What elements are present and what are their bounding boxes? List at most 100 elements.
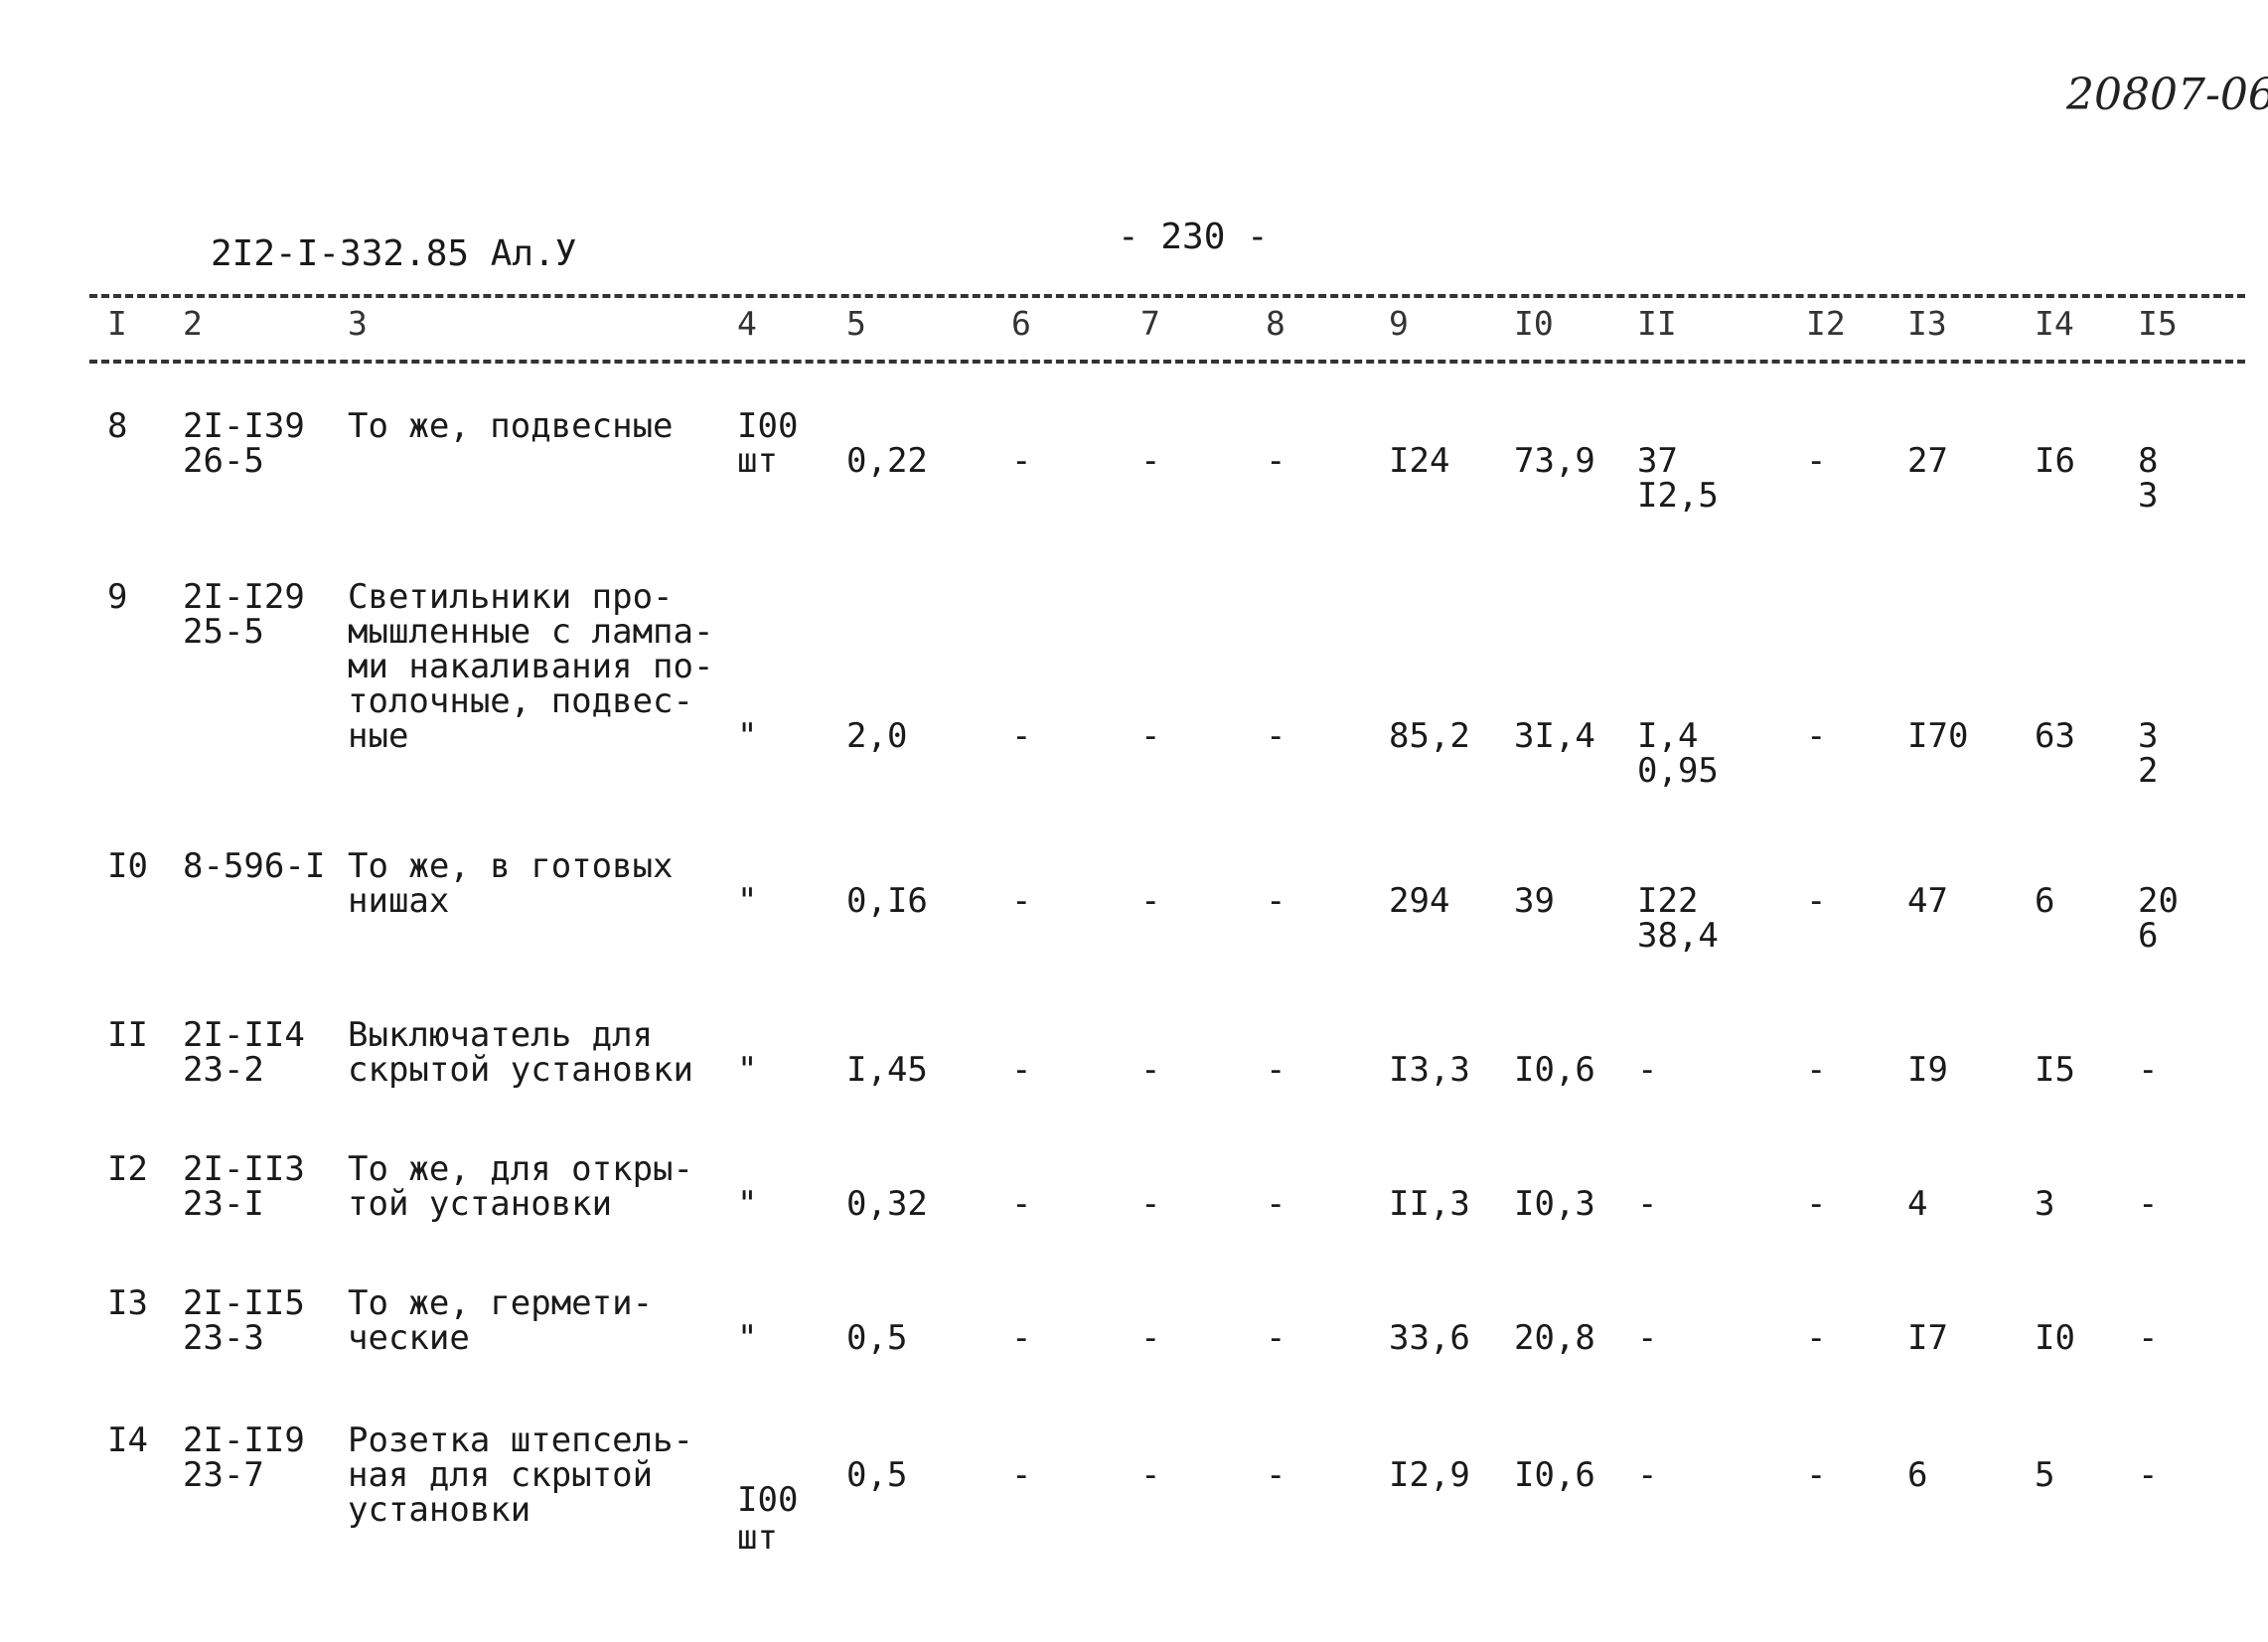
value-c6: - [1011, 716, 1032, 756]
value-c5: I,45 [846, 1050, 928, 1090]
column-header: I5 [2138, 304, 2178, 343]
item-description: То же, в готовых [348, 846, 674, 886]
norm-code: 2I-I29 [183, 577, 305, 617]
column-header: I2 [1806, 304, 1846, 343]
column-header: I4 [2035, 304, 2074, 343]
column-header: I3 [1907, 304, 1947, 343]
item-description: ная для скрытой [348, 1455, 654, 1495]
value-c9: I2,9 [1389, 1455, 1470, 1495]
value-c12: - [1806, 1318, 1827, 1358]
value-c7: - [1140, 1184, 1161, 1224]
column-header: II [1637, 304, 1677, 343]
value-c15: - [2138, 1184, 2159, 1224]
value-c15: 3 [2138, 476, 2159, 516]
value-c14: I6 [2035, 441, 2075, 481]
norm-code: 26-5 [183, 441, 264, 481]
value-c11: - [1637, 1318, 1658, 1358]
header-bottom-rule [89, 360, 2245, 364]
value-c13: 27 [1907, 441, 1948, 481]
row-number: I4 [107, 1420, 148, 1460]
norm-code: 2I-II4 [183, 1015, 305, 1055]
value-c10: I0,6 [1514, 1455, 1595, 1495]
item-description: установки [348, 1490, 531, 1530]
header-top-rule [89, 294, 2245, 298]
value-c10: 3I,4 [1514, 716, 1595, 756]
value-c5: 0,5 [846, 1455, 908, 1495]
norm-code: 23-2 [183, 1050, 264, 1090]
document-id: 2I2-I-332.85 Ал.У [211, 233, 577, 274]
norm-code: 23-7 [183, 1455, 264, 1495]
item-description: Розетка штепсель- [348, 1420, 693, 1460]
value-c9: I24 [1389, 441, 1450, 481]
item-description: той установки [348, 1184, 613, 1224]
row-number: I2 [107, 1149, 148, 1189]
value-c11: - [1637, 1050, 1658, 1090]
value-c12: - [1806, 881, 1827, 921]
value-c15: - [2138, 1050, 2159, 1090]
value-c8: - [1266, 441, 1286, 481]
value-c11: I22 [1637, 881, 1699, 921]
value-c6: - [1011, 441, 1032, 481]
value-c15: 2 [2138, 751, 2159, 791]
value-c6: - [1011, 1455, 1032, 1495]
value-c11: I2,5 [1637, 476, 1719, 516]
item-description: мышленные с лампа- [348, 612, 714, 652]
value-c5: 0,I6 [846, 881, 928, 921]
value-c8: - [1266, 1184, 1286, 1224]
row-number: I0 [107, 846, 148, 886]
value-c13: 47 [1907, 881, 1948, 921]
unit: " [737, 1318, 758, 1358]
item-description: скрытой установки [348, 1050, 693, 1090]
norm-code: 2I-II3 [183, 1149, 305, 1189]
unit: " [737, 716, 758, 756]
norm-code: 2I-I39 [183, 406, 305, 446]
value-c10: I0,3 [1514, 1184, 1595, 1224]
item-description: ные [348, 716, 409, 756]
value-c5: 0,5 [846, 1318, 908, 1358]
value-c15: 6 [2138, 916, 2159, 956]
value-c14: 6 [2035, 881, 2055, 921]
column-header: 4 [737, 304, 757, 343]
value-c14: 3 [2035, 1184, 2055, 1224]
value-c10: 20,8 [1514, 1318, 1595, 1358]
column-header: 2 [183, 304, 203, 343]
item-description: Светильники про- [348, 577, 674, 617]
row-number: II [107, 1015, 148, 1055]
value-c8: - [1266, 1318, 1286, 1358]
value-c14: I0 [2035, 1318, 2075, 1358]
value-c8: - [1266, 881, 1286, 921]
column-header: I0 [1514, 304, 1554, 343]
unit: I00 [737, 406, 799, 446]
unit: " [737, 881, 758, 921]
item-description: толочные, подвес- [348, 681, 693, 721]
unit: I00 [737, 1480, 799, 1520]
norm-code: 2I-II5 [183, 1283, 305, 1323]
value-c12: - [1806, 441, 1827, 481]
unit: шт [737, 1518, 778, 1558]
unit: " [737, 1050, 758, 1090]
value-c5: 0,32 [846, 1184, 928, 1224]
value-c10: 73,9 [1514, 441, 1595, 481]
page-number: - 230 - [1118, 217, 1269, 257]
norm-code: 23-3 [183, 1318, 264, 1358]
archive-stamp: 20807-06 [2066, 70, 2268, 120]
item-description: То же, подвесные [348, 406, 674, 446]
value-c11: 38,4 [1637, 916, 1719, 956]
value-c10: I0,6 [1514, 1050, 1595, 1090]
value-c10: 39 [1514, 881, 1555, 921]
value-c12: - [1806, 1050, 1827, 1090]
value-c6: - [1011, 1318, 1032, 1358]
value-c15: 8 [2138, 441, 2159, 481]
value-c15: 20 [2138, 881, 2179, 921]
row-number: 8 [107, 406, 128, 446]
unit: шт [737, 441, 778, 481]
value-c6: - [1011, 1050, 1032, 1090]
value-c7: - [1140, 881, 1161, 921]
column-header: 7 [1140, 304, 1160, 343]
row-number: 9 [107, 577, 128, 617]
value-c7: - [1140, 441, 1161, 481]
item-description: ми накаливания по- [348, 647, 714, 686]
column-header: I [107, 304, 127, 343]
value-c9: I3,3 [1389, 1050, 1470, 1090]
value-c13: I70 [1907, 716, 1969, 756]
